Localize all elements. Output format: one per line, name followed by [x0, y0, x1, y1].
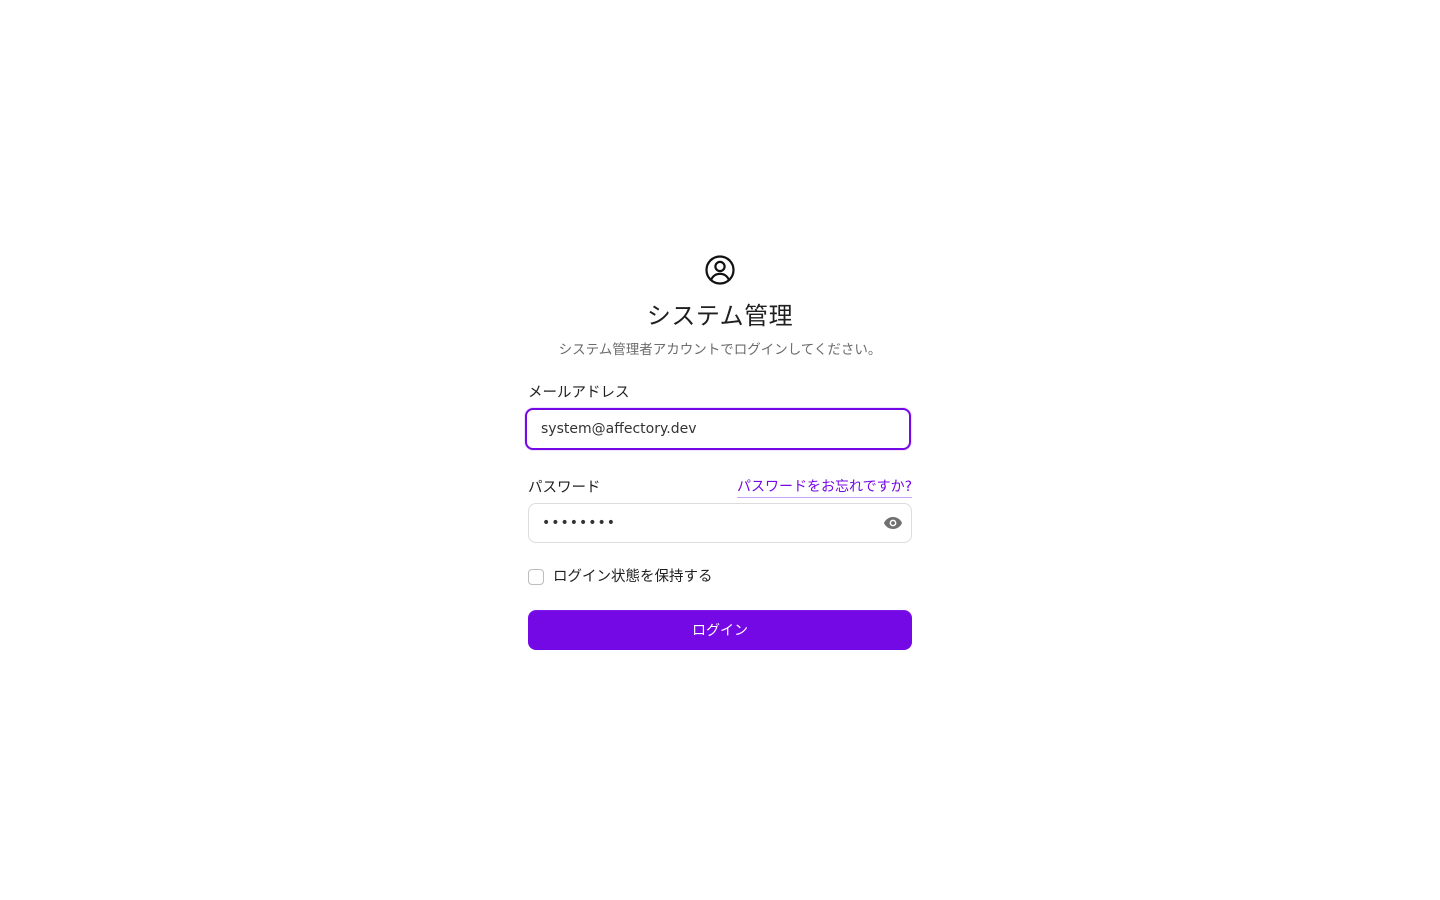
page-title: システム管理 — [646, 302, 794, 330]
password-label-row: パスワード パスワードをお忘れですか? — [528, 476, 912, 498]
login-header: システム管理 システム管理者アカウントでログインしてください。 — [528, 254, 912, 360]
remember-me-checkbox[interactable] — [528, 569, 544, 585]
password-label: パスワード — [528, 480, 601, 496]
email-label: メールアドレス — [528, 385, 630, 401]
login-page: システム管理 システム管理者アカウントでログインしてください。 メールアドレス … — [0, 0, 1440, 900]
email-field-wrapper — [525, 408, 912, 450]
remember-me-label[interactable]: ログイン状態を保持する — [553, 567, 713, 587]
login-card: システム管理 システム管理者アカウントでログインしてください。 メールアドレス … — [525, 254, 912, 650]
password-field-wrapper: •••••••• — [528, 503, 912, 543]
remember-me-row: ログイン状態を保持する — [528, 567, 912, 587]
user-circle-icon — [705, 255, 735, 285]
password-field[interactable]: •••••••• — [528, 503, 912, 543]
toggle-password-visibility-button[interactable] — [882, 512, 904, 534]
page-subtitle: システム管理者アカウントでログインしてください。 — [558, 342, 882, 358]
forgot-password-link[interactable]: パスワードをお忘れですか? — [736, 478, 912, 498]
login-button[interactable]: ログイン — [528, 610, 912, 650]
email-field[interactable] — [525, 408, 911, 450]
eye-icon — [884, 517, 902, 529]
